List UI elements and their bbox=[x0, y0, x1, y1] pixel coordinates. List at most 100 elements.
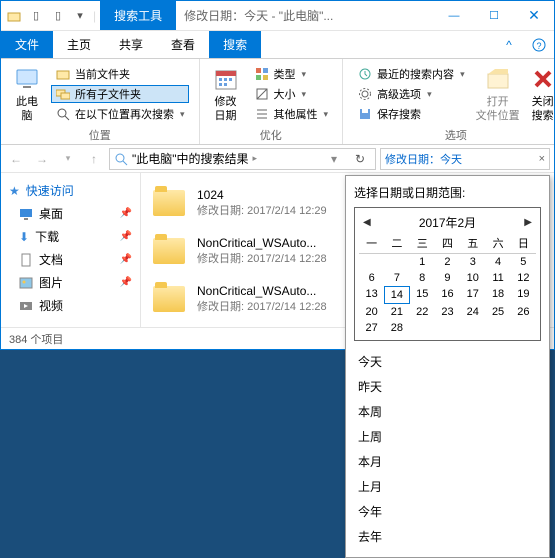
close-button[interactable]: ✕ bbox=[514, 1, 554, 30]
tab-share[interactable]: 共享 bbox=[105, 31, 157, 58]
calendar-day[interactable]: 20 bbox=[359, 304, 384, 320]
quick-this-year[interactable]: 今年 bbox=[354, 499, 541, 524]
quick-this-week[interactable]: 本周 bbox=[354, 399, 541, 424]
next-month-button[interactable]: ▶ bbox=[524, 217, 532, 228]
calendar-day[interactable]: 4 bbox=[485, 254, 510, 270]
calendar-day[interactable]: 12 bbox=[511, 270, 536, 286]
sidebar-item-documents[interactable]: 文档📌 bbox=[5, 248, 136, 271]
calendar-day[interactable]: 27 bbox=[359, 320, 384, 336]
calendar-day[interactable]: 16 bbox=[435, 286, 460, 304]
save-search-button[interactable]: 保存搜索 bbox=[353, 105, 469, 123]
quick-last-week[interactable]: 上周 bbox=[354, 424, 541, 449]
tab-home[interactable]: 主页 bbox=[53, 31, 105, 58]
calendar-day[interactable]: 26 bbox=[511, 304, 536, 320]
this-pc-button[interactable]: 此电 脑 bbox=[7, 63, 47, 125]
tab-search[interactable]: 搜索 bbox=[209, 31, 261, 58]
search-box[interactable]: 修改日期：今天 × bbox=[380, 148, 550, 170]
save-icon bbox=[357, 106, 373, 122]
sidebar-item-pictures[interactable]: 图片📌 bbox=[5, 271, 136, 294]
address-bar: ← → ▾ ↑ "此电脑"中的搜索结果 ▸ ▾ ↻ 修改日期：今天 × bbox=[1, 145, 554, 173]
window-title: 修改日期：今天 - "此电脑"... bbox=[176, 1, 434, 30]
refresh-button[interactable]: ↻ bbox=[349, 148, 371, 170]
sidebar-quick-access[interactable]: ★ 快速访问 bbox=[5, 179, 136, 202]
address-dropdown[interactable]: ▾ bbox=[323, 148, 345, 170]
calendar-day[interactable]: 24 bbox=[460, 304, 485, 320]
address-box[interactable]: "此电脑"中的搜索结果 ▸ ▾ ↻ bbox=[109, 148, 376, 170]
minimize-button[interactable]: — bbox=[434, 1, 474, 30]
date-modified-button[interactable]: 修改 日期 bbox=[206, 63, 246, 125]
open-location-button: 打开 文件位置 bbox=[473, 63, 523, 125]
kind-button[interactable]: 类型▾ bbox=[250, 65, 333, 83]
pin-icon: 📌 bbox=[120, 254, 132, 265]
quick-today[interactable]: 今天 bbox=[354, 349, 541, 374]
star-icon: ★ bbox=[9, 184, 20, 198]
sidebar-item-desktop[interactable]: 桌面📌 bbox=[5, 202, 136, 225]
all-subfolders-button[interactable]: 所有子文件夹 bbox=[51, 85, 189, 103]
calendar-day[interactable]: 1 bbox=[410, 254, 435, 270]
calendar-month-label[interactable]: 2017年2月 bbox=[419, 214, 476, 231]
current-folder-button[interactable]: 当前文件夹 bbox=[51, 65, 189, 83]
quick-last-year[interactable]: 去年 bbox=[354, 524, 541, 549]
maximize-button[interactable]: ☐ bbox=[474, 1, 514, 30]
calendar-day[interactable]: 22 bbox=[410, 304, 435, 320]
qat-item[interactable]: ▯ bbox=[49, 7, 67, 25]
breadcrumb[interactable]: "此电脑"中的搜索结果 bbox=[132, 150, 249, 167]
history-dropdown[interactable]: ▾ bbox=[57, 148, 79, 170]
advanced-options-button[interactable]: 高级选项▾ bbox=[353, 85, 469, 103]
tab-view[interactable]: 查看 bbox=[157, 31, 209, 58]
chevron-down-icon: ▾ bbox=[324, 109, 329, 120]
calendar-day[interactable]: 13 bbox=[359, 286, 384, 304]
ribbon-group-refine: 修改 日期 类型▾ 大小▾ 其他属性▾ 优化 bbox=[200, 59, 344, 144]
back-button[interactable]: ← bbox=[5, 148, 27, 170]
other-props-button[interactable]: 其他属性▾ bbox=[250, 105, 333, 123]
tab-file[interactable]: 文件 bbox=[1, 31, 53, 58]
calendar-day[interactable]: 17 bbox=[460, 286, 485, 304]
sidebar-item-downloads[interactable]: ⬇下载📌 bbox=[5, 225, 136, 248]
up-button[interactable]: ↑ bbox=[83, 148, 105, 170]
search-again-button[interactable]: 在以下位置再次搜索▾ bbox=[51, 105, 189, 123]
close-icon bbox=[529, 65, 555, 93]
quick-this-month[interactable]: 本月 bbox=[354, 449, 541, 474]
calendar-day[interactable]: 8 bbox=[410, 270, 435, 286]
kind-icon bbox=[254, 66, 270, 82]
calendar-day[interactable]: 3 bbox=[460, 254, 485, 270]
chevron-right-icon[interactable]: ▸ bbox=[253, 153, 258, 164]
prev-month-button[interactable]: ◀ bbox=[363, 217, 371, 228]
calendar-day[interactable]: 21 bbox=[384, 304, 409, 320]
sidebar-item-videos[interactable]: 视频 bbox=[5, 294, 136, 317]
calendar-day[interactable]: 11 bbox=[485, 270, 510, 286]
clear-search-button[interactable]: × bbox=[539, 153, 545, 165]
calendar-day[interactable]: 23 bbox=[435, 304, 460, 320]
date-picker-title: 选择日期或日期范围: bbox=[354, 184, 541, 201]
size-button[interactable]: 大小▾ bbox=[250, 85, 333, 103]
calendar-day[interactable]: 15 bbox=[410, 286, 435, 304]
calendar-day[interactable]: 18 bbox=[485, 286, 510, 304]
calendar-day[interactable]: 7 bbox=[384, 270, 409, 286]
ribbon-collapse-button[interactable]: ^ bbox=[494, 31, 524, 58]
chevron-down-icon: ▾ bbox=[302, 89, 307, 100]
help-button[interactable]: ? bbox=[524, 31, 554, 58]
chevron-down-icon: ▾ bbox=[302, 69, 307, 80]
qat-dropdown[interactable]: ▾ bbox=[71, 7, 89, 25]
video-icon bbox=[19, 299, 33, 313]
calendar-day[interactable]: 28 bbox=[384, 320, 409, 336]
close-search-button[interactable]: 关闭 搜索 bbox=[523, 63, 555, 125]
quick-yesterday[interactable]: 昨天 bbox=[354, 374, 541, 399]
calendar-day-today[interactable]: 14 bbox=[384, 286, 409, 304]
calendar-day[interactable]: 2 bbox=[435, 254, 460, 270]
qat-item[interactable]: ▯ bbox=[27, 7, 45, 25]
calendar-day[interactable]: 9 bbox=[435, 270, 460, 286]
calendar-day[interactable]: 10 bbox=[460, 270, 485, 286]
quick-last-month[interactable]: 上月 bbox=[354, 474, 541, 499]
forward-button[interactable]: → bbox=[31, 148, 53, 170]
recent-searches-button[interactable]: 最近的搜索内容▾ bbox=[353, 65, 469, 83]
titlebar: ▯ ▯ ▾ | 搜索工具 修改日期：今天 - "此电脑"... — ☐ ✕ bbox=[1, 1, 554, 31]
pin-icon: 📌 bbox=[120, 208, 132, 219]
contextual-tab-label: 搜索工具 bbox=[100, 1, 176, 30]
folder-icon bbox=[55, 66, 71, 82]
calendar-day[interactable]: 25 bbox=[485, 304, 510, 320]
calendar-day[interactable]: 5 bbox=[511, 254, 536, 270]
calendar-day[interactable]: 19 bbox=[511, 286, 536, 304]
folder-icon[interactable] bbox=[5, 7, 23, 25]
calendar-day[interactable]: 6 bbox=[359, 270, 384, 286]
